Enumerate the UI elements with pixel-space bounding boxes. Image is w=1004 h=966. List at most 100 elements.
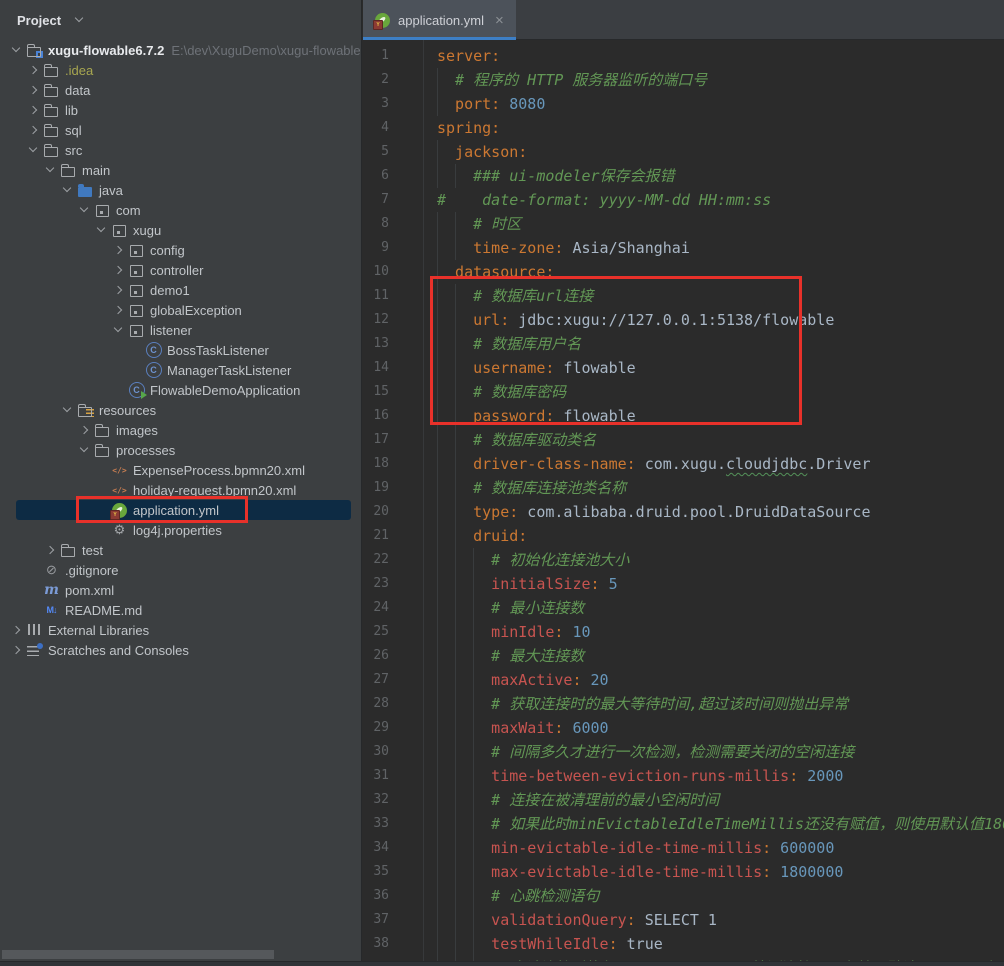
tree-row[interactable]: .gitignore — [0, 560, 361, 580]
code-line[interactable]: 32 # 连接在被清理前的最小空闲时间 — [363, 788, 1004, 812]
code-line[interactable]: 29 maxWait: 6000 — [363, 716, 1004, 740]
tree-row[interactable]: application.yml — [0, 500, 361, 520]
tree-row[interactable]: test — [0, 540, 361, 560]
chevron-icon[interactable] — [93, 480, 111, 500]
chevron-icon[interactable] — [110, 280, 128, 300]
code-line[interactable]: 35 max-evictable-idle-time-millis: 18000… — [363, 860, 1004, 884]
tree-row[interactable]: com — [0, 200, 361, 220]
tree-row[interactable]: README.md — [0, 600, 361, 620]
chevron-icon[interactable] — [25, 80, 43, 100]
chevron-icon[interactable] — [110, 320, 128, 340]
tree-row[interactable]: xugu — [0, 220, 361, 240]
chevron-icon[interactable] — [93, 220, 111, 240]
code-line[interactable]: 20 type: com.alibaba.druid.pool.DruidDat… — [363, 500, 1004, 524]
chevron-icon[interactable] — [25, 580, 43, 600]
chevron-icon[interactable] — [110, 260, 128, 280]
code-line[interactable]: 24 # 最小连接数 — [363, 596, 1004, 620]
code-line[interactable]: 15 # 数据库密码 — [363, 380, 1004, 404]
code-line[interactable]: 12 url: jdbc:xugu://127.0.0.1:5138/flowa… — [363, 308, 1004, 332]
chevron-icon[interactable] — [76, 440, 94, 460]
tree-row[interactable]: controller — [0, 260, 361, 280]
chevron-icon[interactable] — [127, 340, 145, 360]
code-line[interactable]: 18 driver-class-name: com.xugu.cloudjdbc… — [363, 452, 1004, 476]
chevron-icon[interactable] — [25, 600, 43, 620]
tree-row[interactable]: demo1 — [0, 280, 361, 300]
chevron-icon[interactable] — [25, 560, 43, 580]
tree-row[interactable]: java — [0, 180, 361, 200]
code-line[interactable]: 30 # 间隔多久才进行一次检测，检测需要关闭的空闲连接 — [363, 740, 1004, 764]
code-line[interactable]: 3 port: 8080 — [363, 92, 1004, 116]
chevron-icon[interactable] — [93, 520, 111, 540]
tree-row[interactable]: processes — [0, 440, 361, 460]
code-line[interactable]: 38 testWhileIdle: true — [363, 932, 1004, 956]
chevron-icon[interactable] — [25, 100, 43, 120]
tree-row[interactable]: main — [0, 160, 361, 180]
tree-row[interactable]: log4j.properties — [0, 520, 361, 540]
code-line[interactable]: 14 username: flowable — [363, 356, 1004, 380]
tree-row[interactable]: config — [0, 240, 361, 260]
code-line[interactable]: 19 # 数据库连接池类名称 — [363, 476, 1004, 500]
code-line[interactable]: 1 server: — [363, 44, 1004, 68]
code-line[interactable]: 10 datasource: — [363, 260, 1004, 284]
chevron-icon[interactable] — [59, 180, 77, 200]
chevron-icon[interactable] — [8, 40, 26, 60]
code-line[interactable]: 34 min-evictable-idle-time-millis: 60000… — [363, 836, 1004, 860]
tree-row[interactable]: lib — [0, 100, 361, 120]
code-line[interactable]: 36 # 心跳检测语句 — [363, 884, 1004, 908]
tree-row[interactable]: sql — [0, 120, 361, 140]
chevron-icon[interactable] — [93, 460, 111, 480]
chevron-icon[interactable] — [110, 240, 128, 260]
chevron-down-icon[interactable] — [71, 10, 89, 30]
code-line[interactable]: 28 # 获取连接时的最大等待时间,超过该时间则抛出异常 — [363, 692, 1004, 716]
tree-row[interactable]: BossTaskListener — [0, 340, 361, 360]
tree-row[interactable]: holiday-request.bpmn20.xml — [0, 480, 361, 500]
code-line[interactable]: 13 # 数据库用户名 — [363, 332, 1004, 356]
tab-application-yml[interactable]: application.yml × — [363, 0, 516, 40]
code-line[interactable]: 2 # 程序的 HTTP 服务器监听的端口号 — [363, 68, 1004, 92]
chevron-icon[interactable] — [8, 620, 26, 640]
horizontal-scrollbar-thumb[interactable] — [2, 950, 274, 959]
code-line[interactable]: 9 time-zone: Asia/Shanghai — [363, 236, 1004, 260]
code-line[interactable]: 37 validationQuery: SELECT 1 — [363, 908, 1004, 932]
chevron-icon[interactable] — [42, 160, 60, 180]
chevron-icon[interactable] — [8, 640, 26, 660]
chevron-icon[interactable] — [76, 420, 94, 440]
editor-content[interactable]: 1 server: 2 # 程序的 HTTP 服务器监听的端口号 3 port:… — [363, 40, 1004, 966]
code-line[interactable]: 7 # date-format: yyyy-MM-dd HH:mm:ss — [363, 188, 1004, 212]
chevron-icon[interactable] — [25, 60, 43, 80]
tree-row[interactable]: xugu-flowable6.7.2 E:\dev\XuguDemo\xugu-… — [0, 40, 361, 60]
code-line[interactable]: 23 initialSize: 5 — [363, 572, 1004, 596]
tree-row[interactable]: ExpenseProcess.bpmn20.xml — [0, 460, 361, 480]
tree-row[interactable]: Scratches and Consoles — [0, 640, 361, 660]
tree-row[interactable]: globalException — [0, 300, 361, 320]
code-line[interactable]: 21 druid: — [363, 524, 1004, 548]
chevron-icon[interactable] — [110, 380, 128, 400]
tree-row[interactable]: FlowableDemoApplication — [0, 380, 361, 400]
code-line[interactable]: 6 ### ui-modeler保存会报错 — [363, 164, 1004, 188]
chevron-icon[interactable] — [42, 540, 60, 560]
tree-row[interactable]: resources — [0, 400, 361, 420]
tree-row[interactable]: ManagerTaskListener — [0, 360, 361, 380]
tree-row[interactable]: listener — [0, 320, 361, 340]
tree-row[interactable]: src — [0, 140, 361, 160]
code-line[interactable]: 8 # 时区 — [363, 212, 1004, 236]
tree-row[interactable]: .idea — [0, 60, 361, 80]
code-line[interactable]: 26 # 最大连接数 — [363, 644, 1004, 668]
tree-row[interactable]: pom.xml — [0, 580, 361, 600]
chevron-icon[interactable] — [25, 140, 43, 160]
chevron-icon[interactable] — [93, 500, 111, 520]
code-line[interactable]: 17 # 数据库驱动类名 — [363, 428, 1004, 452]
tree-row[interactable]: External Libraries — [0, 620, 361, 640]
code-line[interactable]: 4 spring: — [363, 116, 1004, 140]
code-line[interactable]: 25 minIdle: 10 — [363, 620, 1004, 644]
chevron-icon[interactable] — [127, 360, 145, 380]
tree-row[interactable]: data — [0, 80, 361, 100]
chevron-icon[interactable] — [76, 200, 94, 220]
code-line[interactable]: 16 password: flowable — [363, 404, 1004, 428]
panel-title[interactable]: Project — [17, 13, 61, 28]
code-line[interactable]: 31 time-between-eviction-runs-millis: 20… — [363, 764, 1004, 788]
code-line[interactable]: 11 # 数据库url连接 — [363, 284, 1004, 308]
code-line[interactable]: 5 jackson: — [363, 140, 1004, 164]
chevron-icon[interactable] — [110, 300, 128, 320]
code-line[interactable]: 33 # 如果此时minEvictableIdleTimeMillis还没有赋值… — [363, 812, 1004, 836]
